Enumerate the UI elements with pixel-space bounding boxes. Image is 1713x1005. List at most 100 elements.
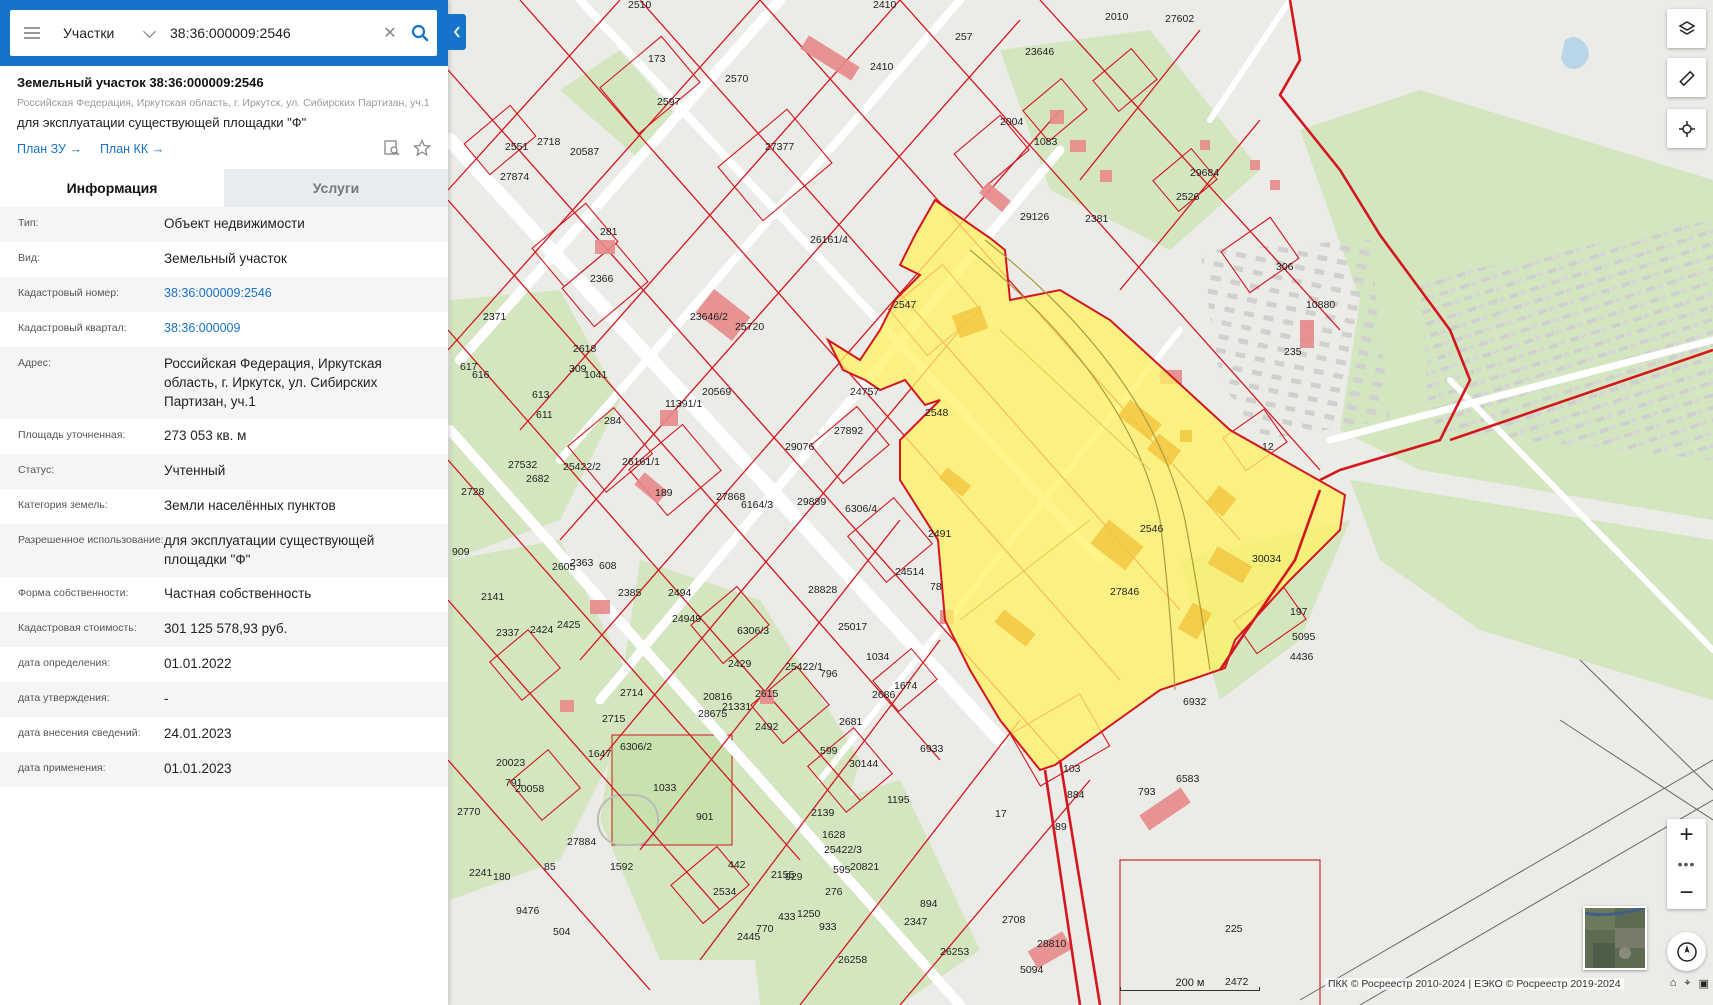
parcel-label: 281 — [600, 226, 618, 238]
crosshair-icon — [1678, 120, 1695, 137]
parcel-label: 29126 — [1020, 211, 1049, 223]
info-row: Форма собственности: Частная собственност… — [0, 577, 448, 612]
info-key: Кадастровый номер: — [18, 287, 120, 299]
parcel-label: 30144 — [849, 758, 878, 770]
info-row: Площадь уточненная: 273 053 кв. м — [0, 419, 448, 454]
parcel-label: 6306/3 — [737, 625, 769, 637]
search-input[interactable] — [158, 10, 377, 56]
parcel-label: 2004 — [1000, 116, 1024, 128]
parcel-label: 225 — [1225, 923, 1243, 935]
parcel-label: 173 — [648, 53, 666, 65]
tab-bar: Информация Услуги — [0, 169, 448, 207]
minimap-satellite[interactable] — [1583, 906, 1647, 970]
layer-type-select[interactable]: Участки — [54, 10, 158, 56]
parcel-label: 20587 — [570, 146, 599, 158]
print-icon[interactable]: ▣ — [1699, 977, 1709, 990]
parcel-label: 2366 — [590, 273, 614, 285]
info-key: Площадь уточненная: — [18, 429, 126, 441]
ruler-button[interactable] — [1667, 58, 1706, 97]
parcel-label: 24949 — [672, 613, 701, 625]
parcel-label: 9476 — [516, 905, 540, 917]
parcel-label: 2615 — [755, 688, 779, 700]
zoom-more-button[interactable]: ••• — [1667, 851, 1706, 877]
layers-button[interactable] — [1667, 9, 1706, 48]
scale-line — [1120, 987, 1260, 991]
parcel-label: 2618 — [573, 343, 597, 355]
parcel-label: 29076 — [785, 441, 814, 453]
parcel-label: 27846 — [1110, 586, 1139, 598]
info-row: дата применения: 01.01.2023 — [0, 752, 448, 787]
map-attribution: ПКК © Росреестр 2010-2024 | ЕЭКО © Росре… — [1325, 978, 1624, 990]
parcel-label: 442 — [728, 859, 746, 871]
location-pin-icon[interactable]: ⌖ — [1684, 977, 1690, 990]
parcel-label: 2141 — [481, 591, 505, 603]
info-row: Кадастровый номер: 38:36:000009:2546 — [0, 277, 448, 312]
info-value-link[interactable]: 38:36:000009:2546 — [164, 284, 448, 304]
parcel-label: 10880 — [1306, 299, 1335, 311]
parcel-label: 6164/3 — [741, 499, 773, 511]
parcel-label: 78 — [930, 581, 942, 593]
parcel-label: 25422/2 — [563, 461, 601, 473]
search-icon — [411, 24, 429, 42]
info-key: Статус: — [18, 464, 55, 476]
clear-search-button[interactable]: ✕ — [377, 10, 403, 56]
parcel-label: 2728 — [461, 486, 485, 498]
info-key: Форма собственности: — [18, 587, 129, 599]
parcel-label: 884 — [1067, 789, 1085, 801]
parcel-label: 616 — [472, 369, 490, 381]
parcel-label: 284 — [604, 415, 622, 427]
parcel-label: 6583 — [1176, 773, 1200, 785]
info-value: для эксплуатации существующей площадки "… — [164, 533, 375, 567]
collapse-panel-button[interactable] — [448, 14, 466, 50]
parcel-label: 909 — [452, 546, 470, 558]
parcel-label: 5095 — [1292, 631, 1316, 643]
tab-information[interactable]: Информация — [0, 169, 224, 207]
parcel-label: 85 — [544, 861, 556, 873]
home-icon[interactable]: ⌂ — [1670, 977, 1677, 990]
object-header: Земельный участок 38:36:000009:2546 Росс… — [0, 66, 448, 159]
parcel-label: 2681 — [839, 716, 863, 728]
parcel-label: 20058 — [515, 783, 544, 795]
document-search-icon[interactable] — [383, 139, 401, 157]
satellite-thumbnail — [1585, 908, 1645, 968]
parcel-label: 2491 — [928, 528, 952, 540]
layers-icon — [1677, 20, 1696, 35]
tab-services[interactable]: Услуги — [224, 169, 448, 207]
parcel-label: 2385 — [618, 587, 642, 599]
plan-kk-link[interactable]: План КК → — [100, 142, 164, 156]
parcel-label: 27874 — [500, 171, 529, 183]
parcel-label: 2510 — [628, 0, 652, 11]
parcel-label: 23646/2 — [690, 311, 728, 323]
info-row: дата утверждения: - — [0, 682, 448, 717]
chevron-down-icon — [143, 25, 156, 38]
parcel-label: 1033 — [653, 782, 677, 794]
parcel-label: 1034 — [866, 651, 890, 663]
parcel-label: 599 — [820, 745, 838, 757]
compass-icon — [1676, 941, 1697, 962]
info-key: дата определения: — [18, 657, 111, 669]
search-button[interactable] — [403, 10, 437, 56]
parcel-label: 894 — [920, 898, 938, 910]
parcel-label: 17 — [995, 808, 1007, 820]
parcel-label: 24514 — [895, 566, 924, 578]
parcel-label: 25422/1 — [785, 661, 823, 673]
menu-button[interactable] — [10, 10, 54, 56]
zoom-out-button[interactable]: − — [1667, 877, 1706, 909]
locate-button[interactable] — [1667, 109, 1706, 148]
star-icon[interactable] — [413, 139, 431, 157]
info-value: 273 053 кв. м — [164, 428, 247, 443]
info-value: 24.01.2023 — [164, 726, 232, 741]
zoom-in-button[interactable]: + — [1667, 819, 1706, 851]
plan-zu-link[interactable]: План ЗУ → — [17, 142, 82, 156]
info-value-link[interactable]: 38:36:000009 — [164, 319, 448, 339]
parcel-label: 2682 — [526, 473, 550, 485]
parcel-label: 2708 — [1002, 914, 1026, 926]
parcel-label: 89 — [1055, 821, 1067, 833]
parcel-label: 235 — [1284, 346, 1302, 358]
compass-button[interactable] — [1667, 932, 1706, 971]
object-actions — [383, 139, 431, 157]
parcel-label: 4436 — [1290, 651, 1314, 663]
parcel-label: 1647 — [588, 748, 612, 760]
parcel-label: 1250 — [797, 908, 821, 920]
parcel-label: 23646 — [1025, 46, 1054, 58]
